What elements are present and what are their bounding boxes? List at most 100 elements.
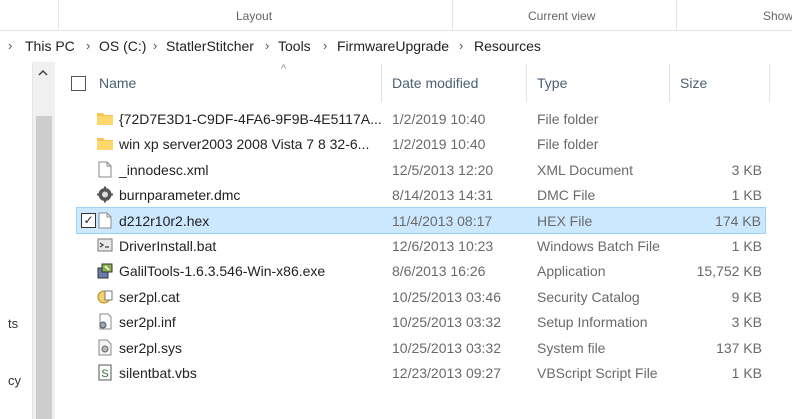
file-row[interactable]: DriverInstall.bat 12/6/2013 10:23 Window… bbox=[56, 233, 766, 258]
column-header-name[interactable]: Name bbox=[99, 75, 136, 91]
breadcrumb-tools[interactable]: Tools bbox=[278, 38, 311, 54]
file-row-selected[interactable]: ✓ d212r10r2.hex 11/4/2013 08:17 HEX File… bbox=[76, 207, 766, 234]
file-name: GalilTools-1.6.3.546-Win-x86.exe bbox=[119, 263, 326, 279]
document-icon bbox=[97, 212, 113, 229]
breadcrumb-chevron[interactable]: › bbox=[8, 38, 12, 53]
file-row[interactable]: ser2pl.cat 10/25/2013 03:46 Security Cat… bbox=[56, 284, 766, 309]
file-row[interactable]: ser2pl.sys 10/25/2013 03:32 System file … bbox=[56, 335, 766, 360]
batch-file-icon bbox=[97, 237, 113, 254]
breadcrumb-separator[interactable]: › bbox=[265, 38, 269, 53]
column-divider[interactable] bbox=[769, 64, 770, 102]
nav-item-partial[interactable]: ts bbox=[8, 316, 18, 331]
ribbon-divider bbox=[676, 0, 677, 29]
file-date: 8/14/2013 14:31 bbox=[392, 187, 494, 203]
svg-text:S: S bbox=[101, 368, 108, 380]
file-name: d212r10r2.hex bbox=[119, 213, 210, 229]
file-name: ser2pl.sys bbox=[119, 340, 183, 356]
setup-info-icon bbox=[97, 313, 113, 330]
scrollbar-thumb[interactable] bbox=[36, 116, 52, 419]
document-icon bbox=[97, 161, 113, 178]
file-size: 3 KB bbox=[731, 162, 762, 178]
breadcrumb-resources[interactable]: Resources bbox=[474, 38, 541, 54]
file-type: HEX File bbox=[537, 213, 593, 229]
file-size: 174 KB bbox=[715, 213, 761, 229]
file-size: 3 KB bbox=[731, 314, 762, 330]
file-type: DMC File bbox=[537, 187, 596, 203]
file-date: 12/6/2013 10:23 bbox=[392, 238, 494, 254]
ribbon-group-show: Show bbox=[763, 9, 792, 23]
file-type: File folder bbox=[537, 111, 599, 127]
file-name: burnparameter.dmc bbox=[119, 187, 241, 203]
file-size: 1 KB bbox=[731, 365, 762, 381]
ribbon-group-labels: Layout Current view Show bbox=[0, 0, 792, 31]
breadcrumb: › This PC › OS (C:) › StatlerStitcher › … bbox=[0, 34, 792, 58]
file-date: 1/2/2019 10:40 bbox=[392, 136, 486, 152]
file-name: silentbat.vbs bbox=[119, 365, 197, 381]
breadcrumb-separator[interactable]: › bbox=[153, 38, 157, 53]
file-row[interactable]: GalilTools-1.6.3.546-Win-x86.exe 8/6/201… bbox=[56, 258, 766, 283]
file-date: 8/6/2013 16:26 bbox=[392, 263, 486, 279]
file-row[interactable]: S silentbat.vbs 12/23/2013 09:27 VBScrip… bbox=[56, 360, 766, 385]
file-size: 15,752 KB bbox=[696, 263, 762, 279]
breadcrumb-this-pc[interactable]: This PC bbox=[25, 38, 75, 54]
select-all-checkbox[interactable] bbox=[71, 76, 86, 91]
breadcrumb-firmwareupgrade[interactable]: FirmwareUpgrade bbox=[337, 38, 449, 54]
file-date: 12/23/2013 09:27 bbox=[392, 365, 501, 381]
breadcrumb-separator[interactable]: › bbox=[459, 38, 463, 53]
column-header-row: ^ Name Date modified Type Size bbox=[56, 62, 792, 104]
breadcrumb-separator[interactable]: › bbox=[323, 38, 327, 53]
ribbon-divider bbox=[452, 0, 453, 29]
file-name: ser2pl.inf bbox=[119, 314, 176, 330]
file-row[interactable]: _innodesc.xml 12/5/2013 12:20 XML Docume… bbox=[56, 157, 766, 182]
file-date: 12/5/2013 12:20 bbox=[392, 162, 494, 178]
sort-ascending-icon: ^ bbox=[281, 63, 287, 75]
column-header-type[interactable]: Type bbox=[537, 75, 567, 91]
file-type: Application bbox=[537, 263, 606, 279]
file-name: ser2pl.cat bbox=[119, 289, 180, 305]
system-file-icon bbox=[97, 339, 113, 356]
file-row[interactable]: burnparameter.dmc 8/14/2013 14:31 DMC Fi… bbox=[56, 182, 766, 207]
file-date: 1/2/2019 10:40 bbox=[392, 111, 486, 127]
file-name: win xp server2003 2008 Vista 7 8 32-6... bbox=[119, 136, 370, 152]
file-date: 10/25/2013 03:32 bbox=[392, 340, 501, 356]
file-type: XML Document bbox=[537, 162, 633, 178]
installer-icon bbox=[97, 262, 113, 279]
file-date: 10/25/2013 03:32 bbox=[392, 314, 501, 330]
row-checkbox-checked[interactable]: ✓ bbox=[81, 213, 96, 228]
breadcrumb-separator[interactable]: › bbox=[86, 38, 90, 53]
ribbon-divider bbox=[58, 0, 59, 29]
file-date: 11/4/2013 08:17 bbox=[392, 213, 493, 229]
file-size: 1 KB bbox=[731, 238, 762, 254]
file-type: System file bbox=[537, 340, 606, 356]
nav-scrollbar[interactable] bbox=[32, 62, 55, 419]
folder-icon bbox=[97, 110, 113, 127]
column-divider[interactable] bbox=[526, 64, 527, 102]
file-row[interactable]: {72D7E3D1-C9DF-4FA6-9F9B-4E5117A... 1/2/… bbox=[56, 106, 766, 131]
column-header-size[interactable]: Size bbox=[680, 75, 707, 91]
file-size: 9 KB bbox=[731, 289, 762, 305]
file-name: {72D7E3D1-C9DF-4FA6-9F9B-4E5117A... bbox=[119, 111, 382, 127]
column-header-date-modified[interactable]: Date modified bbox=[392, 75, 478, 91]
folder-icon bbox=[97, 135, 113, 152]
ribbon-group-layout: Layout bbox=[236, 9, 273, 23]
file-size: 137 KB bbox=[716, 340, 762, 356]
nav-item-partial[interactable]: cy bbox=[8, 373, 21, 388]
column-divider[interactable] bbox=[669, 64, 670, 102]
ribbon-group-current-view: Current view bbox=[528, 9, 596, 23]
security-catalog-icon bbox=[97, 288, 113, 305]
file-row[interactable]: ser2pl.inf 10/25/2013 03:32 Setup Inform… bbox=[56, 309, 766, 334]
column-divider[interactable] bbox=[381, 64, 382, 102]
file-type: Windows Batch File bbox=[537, 238, 660, 254]
file-name: DriverInstall.bat bbox=[119, 238, 217, 254]
file-type: Security Catalog bbox=[537, 289, 640, 305]
breadcrumb-drive[interactable]: OS (C:) bbox=[99, 38, 146, 54]
file-type: File folder bbox=[537, 136, 599, 152]
gear-file-icon bbox=[97, 186, 113, 203]
vbscript-file-icon: S bbox=[97, 364, 113, 381]
file-type: Setup Information bbox=[537, 314, 648, 330]
file-type: VBScript Script File bbox=[537, 365, 658, 381]
breadcrumb-statlerstitcher[interactable]: StatlerStitcher bbox=[166, 38, 254, 54]
file-size: 1 KB bbox=[731, 187, 762, 203]
file-row[interactable]: win xp server2003 2008 Vista 7 8 32-6...… bbox=[56, 131, 766, 156]
scroll-up-arrow-icon[interactable] bbox=[38, 68, 48, 80]
